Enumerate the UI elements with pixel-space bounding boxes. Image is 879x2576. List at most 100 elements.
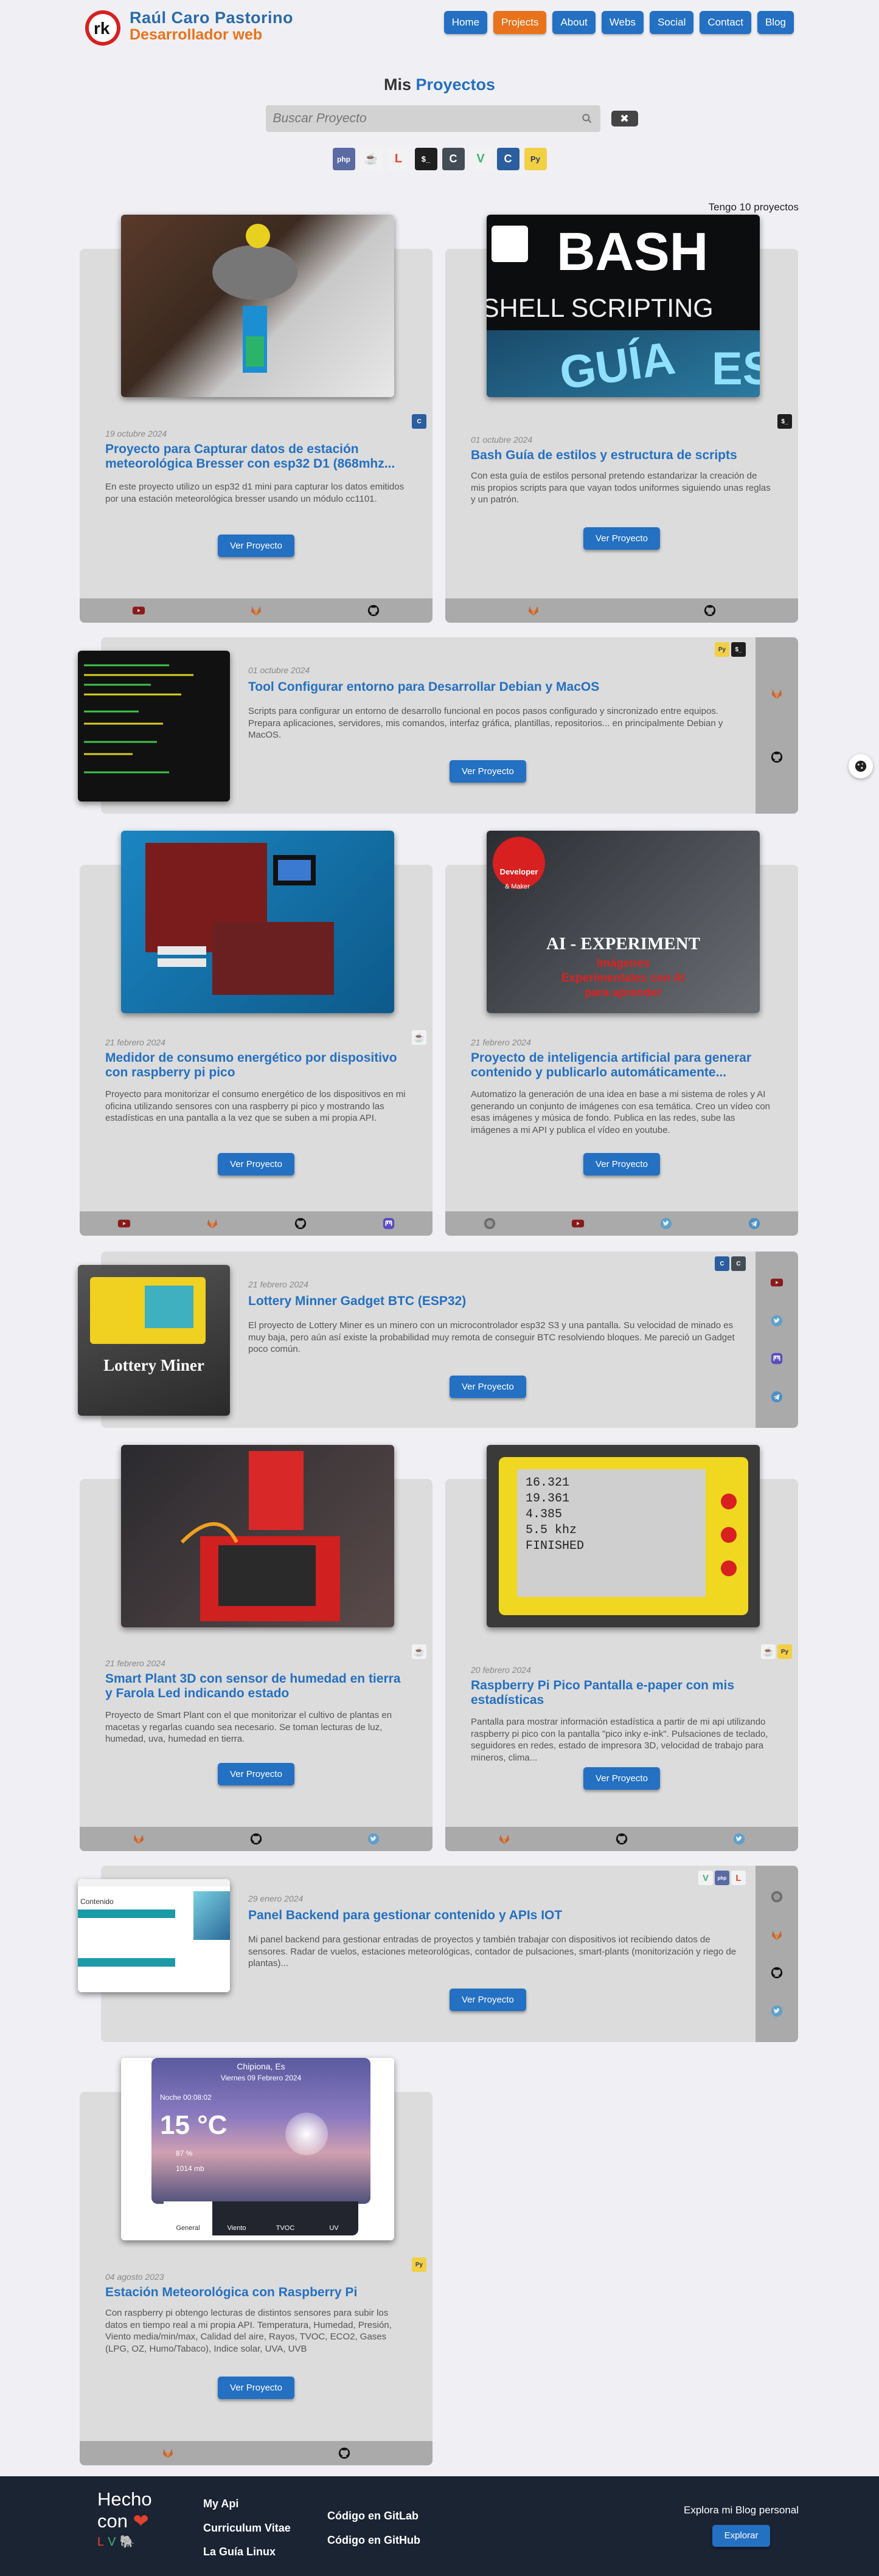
bash-icon[interactable]: $_ [414,148,437,170]
view-project-button[interactable]: Ver Proyecto [218,1763,294,1785]
youtube-icon[interactable] [571,1217,585,1230]
tab-general[interactable]: General [164,2201,212,2235]
java-icon[interactable]: ☕ [360,148,383,170]
php-icon[interactable]: php [332,148,355,170]
laravel-icon[interactable]: L [387,148,410,170]
view-project-button[interactable]: Ver Proyecto [583,527,660,550]
gitlab-icon[interactable] [161,2446,175,2460]
view-project-button[interactable]: Ver Proyecto [583,1153,660,1175]
github-icon[interactable] [338,2446,351,2460]
telegram-icon[interactable] [748,1217,761,1230]
project-title[interactable]: Panel Backend para gestionar contenido y… [248,1908,737,1923]
search-icon[interactable] [581,113,593,125]
project-image[interactable] [121,831,394,1013]
github-icon[interactable] [770,1966,783,1979]
python-icon[interactable]: Py [524,148,547,170]
youtube-icon[interactable] [132,604,145,617]
search-input[interactable] [273,111,581,126]
theme-toggle-button[interactable] [849,754,873,778]
project-title[interactable]: Tool Configurar entorno para Desarrollar… [248,680,737,694]
nav-blog[interactable]: Blog [757,11,794,34]
mastodon-icon[interactable] [382,1217,395,1230]
youtube-icon[interactable] [770,1276,783,1289]
github-icon[interactable] [367,604,380,617]
github-icon[interactable] [615,1832,628,1846]
project-title[interactable]: Estación Meteorológica con Raspberry Pi [105,2285,407,2300]
footer-link-gitlab[interactable]: Código en GitLab [327,2504,420,2529]
image-text: & Maker [505,883,530,890]
project-image[interactable]: Chipiona, Es Viernes 09 Febrero 2024 Noc… [121,2058,394,2240]
github-icon[interactable] [249,1832,263,1846]
view-project-button[interactable]: Ver Proyecto [450,760,526,783]
nav-contact[interactable]: Contact [700,11,751,34]
view-project-button[interactable]: Ver Proyecto [450,1989,526,2011]
web-icon[interactable] [770,1890,783,1903]
clear-search-button[interactable]: ✖ [611,111,638,126]
project-title[interactable]: Smart Plant 3D con sensor de humedad en … [105,1672,407,1701]
tab-uv[interactable]: UV [310,2201,358,2235]
project-image[interactable] [121,1445,394,1627]
nav-about[interactable]: About [552,11,596,34]
view-project-button[interactable]: Ver Proyecto [583,1767,660,1790]
view-project-button[interactable]: Ver Proyecto [218,535,294,557]
gitlab-icon[interactable] [770,687,783,701]
c-icon[interactable]: C [442,148,465,170]
twitter-icon[interactable] [770,2004,783,2018]
project-image[interactable] [121,215,394,397]
footer-link-cv[interactable]: Curriculum Vitae [203,2516,291,2541]
nav-social[interactable]: Social [650,11,694,34]
project-title[interactable]: Proyecto de inteligencia artificial para… [471,1051,773,1080]
image-text: AI - EXPERIMENT [546,934,700,954]
project-image[interactable]: Contenido [78,1879,230,1992]
tab-wind[interactable]: Viento [212,2201,261,2235]
view-project-button[interactable]: Ver Proyecto [450,1376,526,1398]
nav-webs[interactable]: Webs [601,11,644,34]
card-body: 21 febrero 2024 Proyecto de inteligencia… [471,1037,773,1136]
project-title[interactable]: Bash Guía de estilos y estructura de scr… [471,448,773,463]
telegram-icon[interactable] [770,1390,783,1404]
c-icon[interactable]: C [496,148,519,170]
twitter-icon[interactable] [367,1832,380,1846]
gitlab-icon[interactable] [770,1928,783,1942]
gitlab-icon[interactable] [206,1217,219,1230]
image-text: Lottery Miner [103,1356,204,1374]
project-image[interactable]: 16.321 19.361 4.385 5.5 khz FINISHED [487,1445,760,1627]
project-title[interactable]: Lottery Minner Gadget BTC (ESP32) [248,1294,737,1309]
footer-link-github[interactable]: Código en GitHub [327,2529,420,2553]
footer-link-linux-guide[interactable]: La Guía Linux [203,2540,291,2564]
nav-home[interactable]: Home [443,11,488,34]
project-date: 04 agosto 2023 [105,2272,164,2282]
gitlab-icon[interactable] [498,1832,511,1846]
gitlab-icon[interactable] [249,604,263,617]
project-image[interactable]: Developer & Maker AI - EXPERIMENT Imágen… [487,831,760,1013]
svg-text:rk: rk [94,19,110,38]
mastodon-icon[interactable] [770,1352,783,1365]
view-project-button[interactable]: Ver Proyecto [218,2377,294,2399]
gitlab-icon[interactable] [527,604,540,617]
gitlab-icon[interactable] [132,1832,145,1846]
section-title-accent: Proyectos [415,75,496,94]
project-image[interactable]: BASH SHELL SCRIPTING GUÍA EST [487,215,760,397]
project-title[interactable]: Proyecto para Capturar datos de estación… [105,442,407,471]
project-title[interactable]: Medidor de consumo energético por dispos… [105,1051,407,1080]
tab-tvoc[interactable]: TVOC [261,2201,310,2235]
nav-projects[interactable]: Projects [493,11,547,34]
project-title[interactable]: Raspberry Pi Pico Pantalla e-paper con m… [471,1678,773,1708]
view-project-button[interactable]: Ver Proyecto [218,1153,294,1175]
youtube-icon[interactable] [117,1217,131,1230]
github-icon[interactable] [294,1217,307,1230]
explore-blog-button[interactable]: Explorar [712,2525,771,2547]
github-icon[interactable] [770,750,783,764]
twitter-icon[interactable] [732,1832,746,1846]
project-links [80,2441,433,2465]
site-logo[interactable]: rk [84,7,122,51]
weather-temp: 15 °C [160,2110,228,2140]
vue-icon[interactable]: V [469,148,492,170]
github-icon[interactable] [703,604,717,617]
twitter-icon[interactable] [770,1314,783,1328]
footer-link-api[interactable]: My Api [203,2492,291,2516]
twitter-icon[interactable] [659,1217,673,1230]
web-icon[interactable] [483,1217,496,1230]
project-image[interactable] [78,651,230,802]
project-image[interactable]: Lottery Miner [78,1265,230,1416]
